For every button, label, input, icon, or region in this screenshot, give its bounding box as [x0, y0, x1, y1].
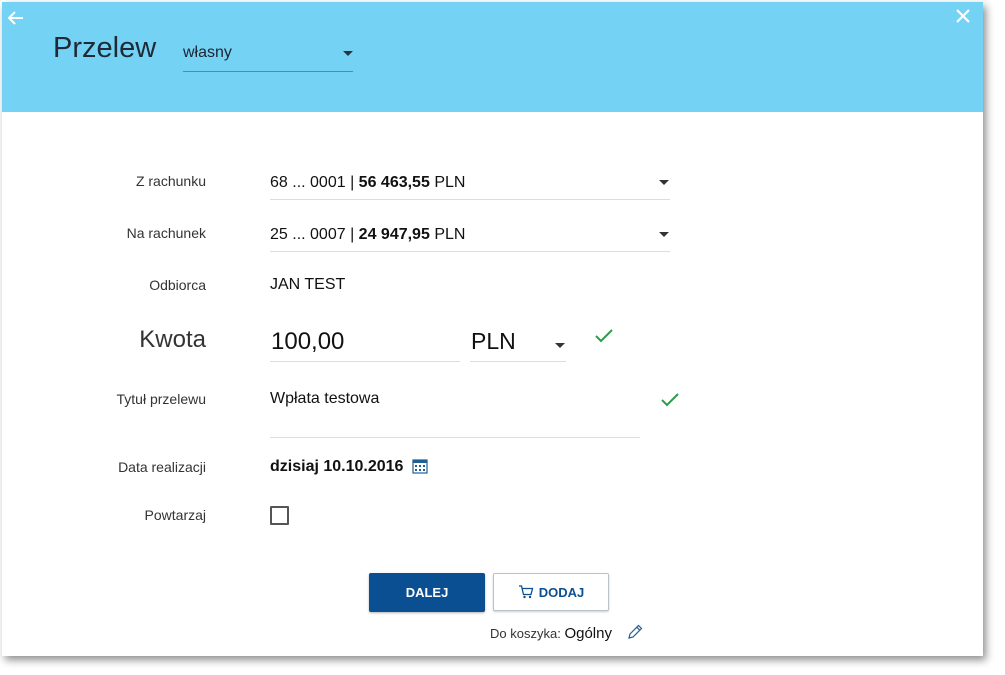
cart-icon — [518, 585, 534, 599]
from-account-currency: PLN — [434, 174, 466, 191]
divider — [270, 361, 460, 362]
add-to-basket-button[interactable]: DODAJ — [493, 573, 609, 611]
date-value: dzisiaj 10.10.2016 — [270, 458, 404, 475]
basket-info: Do koszyka: Ogólny — [490, 625, 612, 642]
transfer-type-value: własny — [183, 44, 232, 61]
divider — [270, 437, 640, 438]
currency-select[interactable]: PLN — [470, 324, 566, 362]
transfer-title-value: Wpłata testowa — [270, 390, 380, 407]
edit-basket-button[interactable] — [627, 624, 643, 640]
calendar-icon — [412, 459, 428, 474]
amount-label: Kwota — [139, 326, 206, 353]
add-button-label: DODAJ — [538, 584, 585, 600]
page-title: Przelew — [53, 32, 157, 64]
chevron-down-icon — [343, 51, 353, 56]
checkmark-icon — [661, 393, 679, 407]
date-label: Data realizacji — [118, 459, 206, 475]
divider — [270, 199, 670, 200]
transfer-title-label: Tytuł przelewu — [116, 391, 206, 407]
from-account-label: Z rachunku — [135, 173, 206, 189]
to-account-label: Na rachunek — [126, 225, 206, 241]
checkmark-icon — [595, 329, 613, 343]
transfer-dialog: Przelew własny Z rachunku 68 ... 0001 | … — [2, 2, 983, 656]
repeat-checkbox[interactable] — [270, 506, 289, 525]
divider — [470, 361, 566, 362]
close-icon — [956, 9, 970, 23]
to-account-currency: PLN — [434, 226, 466, 243]
pencil-icon — [628, 624, 643, 639]
calendar-button[interactable] — [412, 458, 428, 474]
from-account-number: 68 ... 0001 | — [270, 174, 355, 191]
divider — [270, 251, 670, 252]
basket-prefix: Do koszyka: — [490, 626, 561, 641]
from-account-balance: 56 463,55 — [358, 174, 430, 191]
recipient-value: JAN TEST — [270, 276, 346, 293]
chevron-down-icon — [659, 232, 669, 237]
close-button[interactable] — [955, 8, 977, 30]
chevron-down-icon — [659, 180, 669, 185]
dialog-header: Przelew własny — [2, 2, 983, 112]
to-account-select[interactable]: 25 ... 0007 | 24 947,95 PLN — [270, 222, 670, 252]
from-account-select[interactable]: 68 ... 0001 | 56 463,55 PLN — [270, 170, 670, 200]
next-button[interactable]: DALEJ — [369, 573, 485, 612]
back-button[interactable] — [7, 9, 29, 31]
basket-name: Ogólny — [564, 625, 612, 642]
amount-input[interactable]: 100,00 — [270, 324, 460, 362]
recipient-label: Odbiorca — [149, 277, 206, 293]
currency-value: PLN — [471, 328, 516, 354]
transfer-type-select[interactable]: własny — [183, 40, 353, 72]
repeat-label: Powtarzaj — [144, 507, 206, 523]
arrow-left-icon — [7, 11, 23, 25]
amount-value: 100,00 — [271, 328, 345, 355]
chevron-down-icon — [555, 343, 565, 348]
transfer-title-input[interactable]: Wpłata testowa — [270, 388, 640, 438]
to-account-balance: 24 947,95 — [358, 226, 430, 243]
to-account-number: 25 ... 0007 | — [270, 226, 355, 243]
